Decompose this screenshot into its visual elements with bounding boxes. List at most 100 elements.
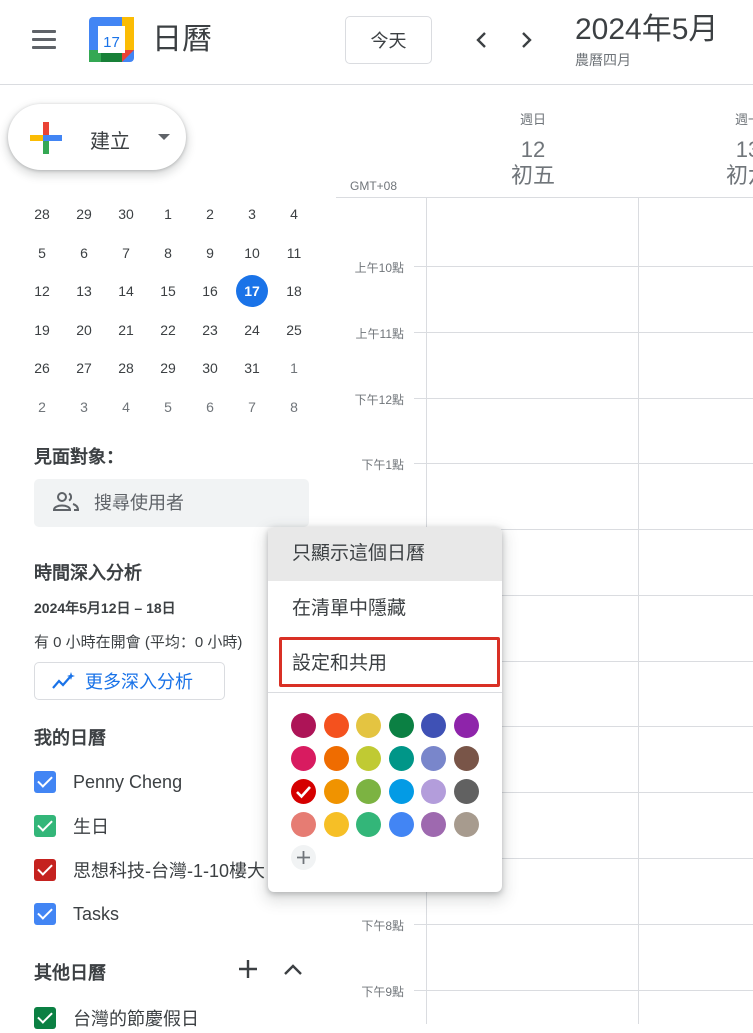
calendar-checkbox[interactable] (34, 859, 56, 881)
mini-calendar-day[interactable]: 4 (273, 198, 315, 230)
mini-calendar-day[interactable]: 28 (21, 198, 63, 230)
calendar-name: 思想科技-台灣-1-10樓大 (73, 861, 266, 881)
calendar-checkbox[interactable] (34, 815, 56, 837)
calendar-list-item[interactable]: 思想科技-台灣-1-10樓大 (34, 855, 265, 885)
mini-calendar-day[interactable]: 28 (105, 352, 147, 384)
mini-calendar-day[interactable]: 1 (273, 352, 315, 384)
mini-calendar-day[interactable]: 11 (273, 237, 315, 269)
mini-calendar-day[interactable]: 13 (63, 275, 105, 307)
mini-calendar-day[interactable]: 5 (147, 391, 189, 423)
mini-calendar-day[interactable]: 25 (273, 314, 315, 346)
mini-calendar-day[interactable]: 6 (63, 237, 105, 269)
mini-calendar: 28 29 30 1 2 3 4 5 6 7 8 9 10 11 12 13 14 15 16 17 18 19 20 21 2… (21, 195, 317, 426)
next-week-icon[interactable] (506, 20, 546, 60)
calendar-list-item[interactable]: Penny Cheng (34, 767, 182, 797)
mini-calendar-day[interactable]: 19 (21, 314, 63, 346)
mini-calendar-day[interactable]: 16 (189, 275, 231, 307)
mini-calendar-day[interactable]: 12 (21, 275, 63, 307)
mini-calendar-day[interactable]: 17 (231, 275, 273, 308)
mini-calendar-day[interactable]: 2 (21, 391, 63, 423)
mini-calendar-day[interactable]: 22 (147, 314, 189, 346)
time-insights-title: 時間深入分析 (34, 563, 142, 583)
color-swatch[interactable] (356, 812, 381, 837)
color-swatch[interactable] (323, 812, 349, 837)
hide-from-list-menu-item[interactable]: 在清單中隱藏 (268, 582, 502, 636)
mini-calendar-day[interactable]: 24 (231, 314, 273, 346)
previous-week-icon[interactable] (462, 20, 502, 60)
color-swatch[interactable] (421, 713, 446, 738)
more-insights-button[interactable]: 更多深入分析 (34, 662, 225, 700)
color-swatch[interactable] (453, 746, 479, 771)
color-swatch[interactable] (291, 746, 316, 771)
mini-calendar-day[interactable]: 5 (21, 237, 63, 269)
mini-calendar-day[interactable]: 27 (63, 352, 105, 384)
mini-calendar-day[interactable]: 3 (63, 391, 105, 423)
mini-calendar-day-number: 18 (286, 283, 302, 300)
add-custom-color-icon[interactable] (291, 845, 316, 870)
all-day-divider (336, 197, 753, 198)
color-swatch[interactable] (421, 779, 446, 804)
mini-calendar-day[interactable]: 7 (231, 391, 273, 423)
color-swatch[interactable] (356, 746, 381, 771)
mini-calendar-day[interactable]: 7 (105, 237, 147, 269)
mini-calendar-day[interactable]: 8 (273, 391, 315, 423)
other-calendars-title[interactable]: 其他日曆 (34, 959, 106, 985)
caret-down-icon[interactable] (158, 134, 170, 140)
search-users-box[interactable] (34, 479, 309, 527)
mini-calendar-day[interactable]: 4 (105, 391, 147, 423)
add-other-calendar-icon[interactable] (236, 957, 260, 981)
color-swatch[interactable] (388, 746, 414, 771)
mini-calendar-day[interactable]: 8 (147, 237, 189, 269)
mini-calendar-day[interactable]: 9 (189, 237, 231, 269)
mini-calendar-day[interactable]: 20 (63, 314, 105, 346)
my-calendars-title[interactable]: 我的日曆 (34, 724, 106, 750)
color-swatch[interactable] (323, 746, 349, 771)
mini-calendar-day[interactable]: 6 (189, 391, 231, 423)
mini-calendar-day[interactable]: 15 (147, 275, 189, 307)
color-swatch[interactable] (421, 746, 446, 771)
settings-and-sharing-menu-item[interactable]: 設定和共用 (268, 637, 502, 691)
calendar-checkbox[interactable] (34, 771, 56, 793)
mini-calendar-day[interactable]: 30 (105, 198, 147, 230)
mini-calendar-day[interactable]: 30 (189, 352, 231, 384)
main-menu-icon[interactable] (28, 27, 60, 53)
color-swatch[interactable] (388, 713, 414, 738)
mini-calendar-day[interactable]: 1 (147, 198, 189, 230)
calendar-list-item[interactable]: Tasks (34, 899, 119, 929)
calendar-list-item[interactable]: 台灣的節慶假日 (34, 1003, 199, 1033)
color-swatch[interactable] (453, 779, 479, 804)
color-swatch[interactable] (453, 812, 479, 837)
mini-calendar-day[interactable]: 26 (21, 352, 63, 384)
calendar-logo-icon[interactable]: 17 (89, 17, 134, 62)
search-users-input[interactable] (94, 479, 294, 527)
color-swatch[interactable] (323, 713, 349, 738)
calendar-checkbox[interactable] (34, 1007, 56, 1029)
mini-calendar-day[interactable]: 23 (189, 314, 231, 346)
create-button[interactable]: 建立 (8, 104, 186, 170)
mini-calendar-day[interactable]: 2 (189, 198, 231, 230)
calendar-checkbox[interactable] (34, 903, 56, 925)
color-swatch[interactable] (453, 713, 479, 738)
show-only-this-calendar-menu-item[interactable]: 只顯示這個日曆 (268, 527, 502, 581)
color-swatch[interactable] (356, 713, 381, 738)
color-swatch[interactable] (356, 779, 381, 804)
mini-calendar-day[interactable]: 29 (147, 352, 189, 384)
today-button[interactable]: 今天 (345, 16, 432, 64)
color-swatch[interactable] (421, 812, 446, 837)
mini-calendar-day[interactable]: 21 (105, 314, 147, 346)
calendar-list-item[interactable]: 生日 (34, 811, 109, 841)
mini-calendar-day[interactable]: 14 (105, 275, 147, 307)
mini-calendar-day[interactable]: 18 (273, 275, 315, 307)
color-swatch[interactable] (291, 713, 316, 738)
mini-calendar-day[interactable]: 31 (231, 352, 273, 384)
chevron-up-icon[interactable] (282, 959, 304, 979)
mini-calendar-day-number: 29 (160, 360, 176, 377)
color-swatch[interactable] (323, 779, 349, 804)
mini-calendar-day[interactable]: 29 (63, 198, 105, 230)
mini-calendar-day[interactable]: 10 (231, 237, 273, 269)
color-swatch[interactable] (388, 779, 414, 804)
color-swatch[interactable] (291, 779, 316, 804)
mini-calendar-day[interactable]: 3 (231, 198, 273, 230)
color-swatch[interactable] (388, 812, 414, 837)
color-swatch[interactable] (291, 812, 316, 837)
